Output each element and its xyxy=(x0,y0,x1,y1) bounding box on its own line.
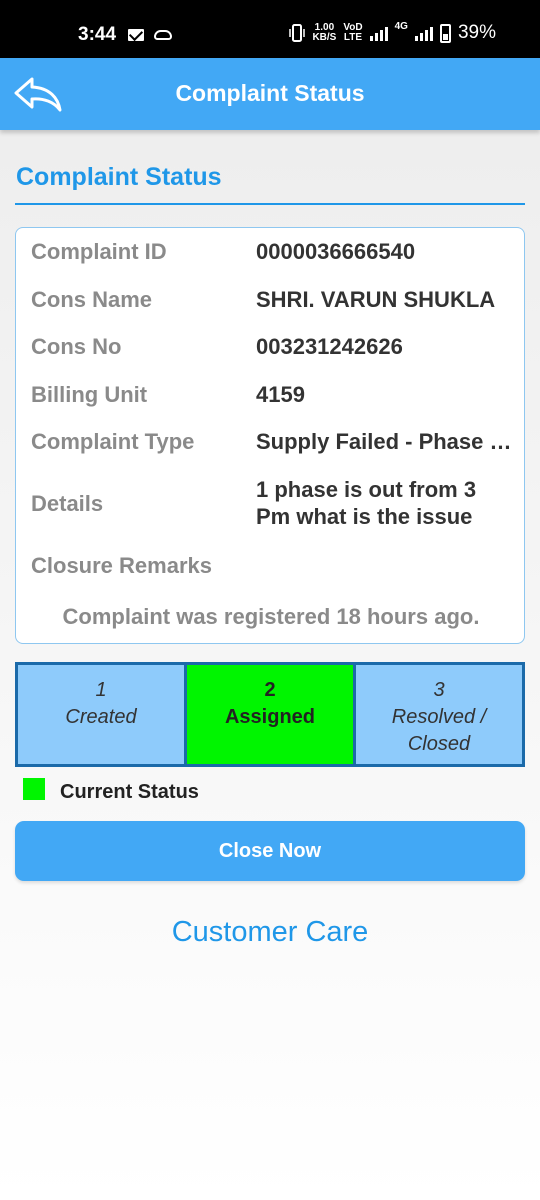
complaint-type-value: Supply Failed - Phase Failure xyxy=(256,429,512,454)
close-now-button[interactable]: Close Now xyxy=(15,821,525,881)
step-label: Resolved / Closed xyxy=(391,706,487,755)
current-status-swatch xyxy=(23,778,45,800)
billing-unit-value: 4159 xyxy=(256,382,305,407)
signal-icon xyxy=(369,25,388,41)
system-status-bar: 3:44 1.00 KB/S VoD LTE 4G 39% xyxy=(0,0,540,58)
app-title: Complaint Status xyxy=(175,80,365,106)
complaint-id-value: 0000036666540 xyxy=(256,239,416,264)
vibrate-icon xyxy=(289,24,306,42)
details-value: 1 phase is out from 3 Pm what is the iss… xyxy=(256,477,477,529)
cons-name-label: Cons Name xyxy=(31,287,153,312)
network-speed: 1.00 KB/S xyxy=(312,23,336,43)
closure-remarks-label: Closure Remarks xyxy=(31,553,212,578)
volte-bottom: LTE xyxy=(343,32,363,43)
step-assigned: 2 Assigned xyxy=(187,662,356,767)
mail-icon xyxy=(128,29,144,41)
app-bar: Complaint Status xyxy=(0,58,540,130)
cons-no-label: Cons No xyxy=(31,334,122,359)
volte-indicator: VoD LTE xyxy=(343,23,362,43)
section-divider xyxy=(15,203,525,205)
complaint-id-label: Complaint ID xyxy=(31,239,167,264)
current-status-legend: Current Status xyxy=(60,781,199,803)
cons-no-value: 003231242626 xyxy=(256,334,403,359)
battery-icon xyxy=(439,23,451,43)
step-created: 1 Created xyxy=(15,662,187,767)
cons-name-value: SHRI. VARUN SHUKLA xyxy=(256,287,496,312)
details-label: Details xyxy=(31,491,104,516)
billing-unit-label: Billing Unit xyxy=(31,382,148,407)
step-label: Assigned xyxy=(224,706,316,728)
step-resolved-closed: 3 Resolved / Closed xyxy=(356,662,525,767)
registered-note: Complaint was registered 18 hours ago. xyxy=(62,604,480,629)
clock: 3:44 xyxy=(78,24,117,45)
cloud-icon xyxy=(154,30,172,40)
status-icons: 1.00 KB/S VoD LTE 4G 39% xyxy=(289,22,496,44)
step-number: 3 xyxy=(433,679,445,701)
complaint-type-label: Complaint Type xyxy=(31,429,195,454)
battery-percent: 39% xyxy=(457,22,496,43)
step-number: 1 xyxy=(95,679,107,701)
customer-care-link[interactable]: Customer Care xyxy=(0,916,540,949)
step-label: Created xyxy=(65,706,137,728)
signal-icon-2 xyxy=(414,25,433,41)
section-title: Complaint Status xyxy=(16,163,222,191)
complaint-details-card: Complaint ID 0000036666540 Cons Name SHR… xyxy=(15,227,525,644)
status-steps: 1 Created 2 Assigned 3 Resolved / Closed xyxy=(15,662,525,767)
step-number: 2 xyxy=(264,679,276,701)
network-speed-unit: KB/S xyxy=(312,32,337,43)
network-type: 4G xyxy=(394,21,408,32)
